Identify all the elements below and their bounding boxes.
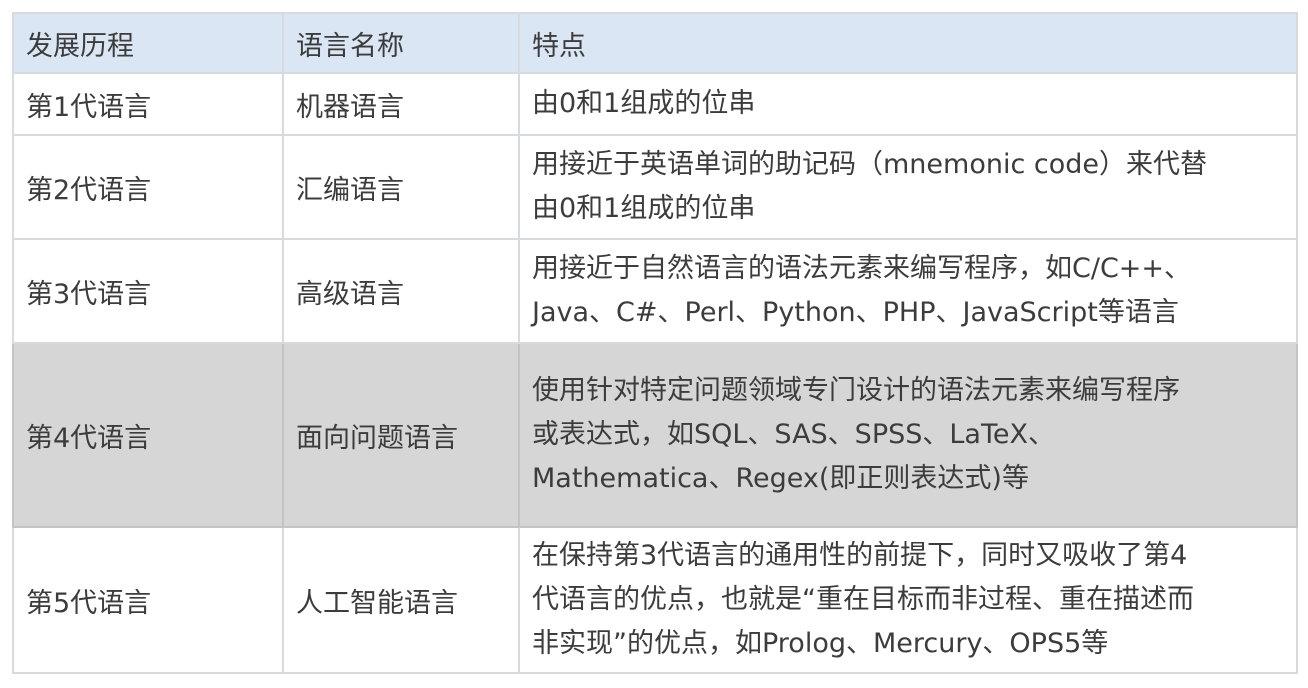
table-row: 第5代语言 人工智能语言 在保持第3代语言的通用性的前提下，同时又吸收了第4 代… <box>12 526 1298 674</box>
table-row: 第3代语言 高级语言 用接近于自然语言的语法元素来编写程序，如C/C++、 Ja… <box>12 238 1298 344</box>
cell-language-name: 高级语言 <box>282 238 520 344</box>
feature-line: 或表达式，如SQL、SAS、SPSS、LaTeX、 <box>532 419 1055 450</box>
header-features: 特点 <box>518 12 1298 74</box>
cell-stage: 第2代语言 <box>12 134 284 240</box>
feature-line: Mathematica、Regex(即正则表达式)等 <box>532 463 1029 494</box>
language-generations-table: 发展历程 语言名称 特点 第1代语言 机器语言 由0和1组成的位串 第2代语言 … <box>12 12 1298 674</box>
header-stage: 发展历程 <box>12 12 284 74</box>
feature-line: 用接近于英语单词的助记码（mnemonic code）来代替 <box>532 149 1207 180</box>
feature-line: 代语言的优点，也就是“重在目标而非过程、重在描述而 <box>532 584 1194 615</box>
cell-language-name: 面向问题语言 <box>282 342 520 528</box>
cell-stage: 第3代语言 <box>12 238 284 344</box>
feature-line: 在保持第3代语言的通用性的前提下，同时又吸收了第4 <box>532 540 1188 571</box>
cell-features: 使用针对特定问题领域专门设计的语法元素来编写程序 或表达式，如SQL、SAS、S… <box>518 342 1298 528</box>
feature-line: Java、C#、Perl、Python、PHP、JavaScript等语言 <box>532 297 1179 328</box>
cell-stage: 第1代语言 <box>12 72 284 136</box>
cell-features: 由0和1组成的位串 <box>518 72 1298 136</box>
feature-line: 使用针对特定问题领域专门设计的语法元素来编写程序 <box>532 375 1180 406</box>
cell-language-name: 机器语言 <box>282 72 520 136</box>
cell-features: 用接近于英语单词的助记码（mnemonic code）来代替 由0和1组成的位串 <box>518 134 1298 240</box>
table-header-row: 发展历程 语言名称 特点 <box>12 12 1298 74</box>
feature-line: 用接近于自然语言的语法元素来编写程序，如C/C++、 <box>532 253 1192 284</box>
table-row-highlighted: 第4代语言 面向问题语言 使用针对特定问题领域专门设计的语法元素来编写程序 或表… <box>12 342 1298 528</box>
feature-line: 非实现”的优点，如Prolog、Mercury、OPS5等 <box>532 628 1109 659</box>
cell-features: 用接近于自然语言的语法元素来编写程序，如C/C++、 Java、C#、Perl、… <box>518 238 1298 344</box>
cell-stage: 第4代语言 <box>12 342 284 528</box>
cell-language-name: 人工智能语言 <box>282 526 520 674</box>
table-row: 第2代语言 汇编语言 用接近于英语单词的助记码（mnemonic code）来代… <box>12 134 1298 240</box>
feature-line: 由0和1组成的位串 <box>532 193 756 224</box>
cell-stage: 第5代语言 <box>12 526 284 674</box>
table-row: 第1代语言 机器语言 由0和1组成的位串 <box>12 72 1298 136</box>
header-language-name: 语言名称 <box>282 12 520 74</box>
cell-language-name: 汇编语言 <box>282 134 520 240</box>
language-generations-table-container: 发展历程 语言名称 特点 第1代语言 机器语言 由0和1组成的位串 第2代语言 … <box>12 12 1298 674</box>
cell-features: 在保持第3代语言的通用性的前提下，同时又吸收了第4 代语言的优点，也就是“重在目… <box>518 526 1298 674</box>
feature-line: 由0和1组成的位串 <box>532 88 756 119</box>
